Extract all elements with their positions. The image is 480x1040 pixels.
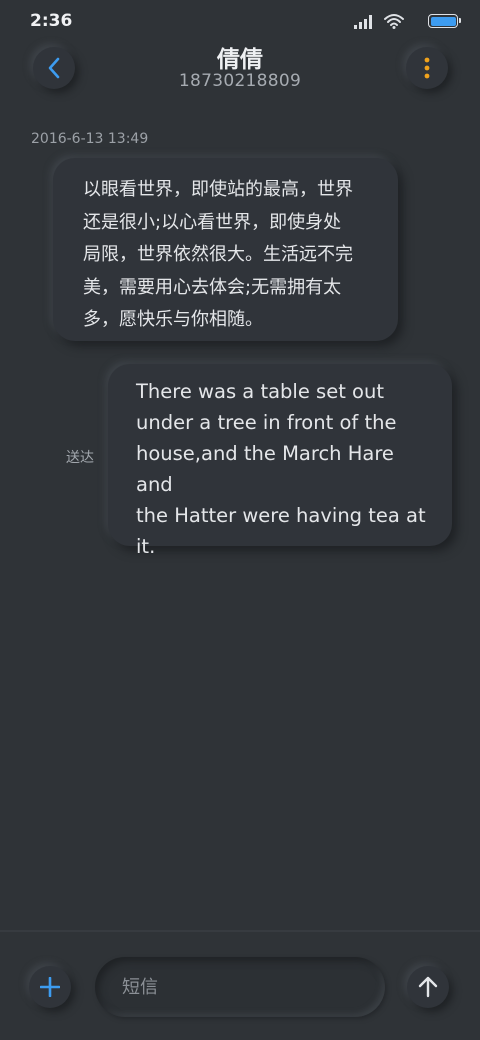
message-line: the Hatter were having tea at (136, 504, 426, 527)
delivery-status: 送达 (66, 450, 94, 466)
battery-cap (459, 18, 461, 23)
message-line: 多，愿快乐与你相随。 (83, 309, 263, 330)
more-options-button[interactable] (406, 47, 448, 89)
status-bar: 2:36 (0, 0, 480, 44)
plus-icon (40, 977, 60, 997)
composer-divider (0, 930, 480, 932)
more-vertical-icon (424, 57, 430, 79)
status-icons (348, 12, 461, 32)
add-attachment-button[interactable] (29, 966, 71, 1008)
message-line: under a tree in front of the (136, 411, 397, 434)
message-line: 还是很小;以心看世界，即使身处 (83, 211, 342, 233)
send-button[interactable] (407, 966, 449, 1008)
message-line: 局限，世界依然很大。生活远不完 (83, 244, 353, 265)
message-input[interactable] (95, 957, 385, 1017)
message-line: There was a table set out (136, 380, 384, 403)
signal-icon (354, 15, 372, 29)
battery-icon (428, 14, 461, 28)
message-line: 美，需要用心去体会;无需拥有太 (83, 276, 342, 298)
message-timestamp: 2016-6-13 13:49 (31, 131, 149, 147)
status-time: 2:36 (30, 11, 73, 31)
wifi-icon (384, 14, 404, 29)
sent-message-bubble[interactable]: There was a table set out under a tree i… (108, 364, 452, 558)
received-message-bubble[interactable]: 以眼看世界，即使站的最高，世界 还是很小;以心看世界，即使身处 局限，世界依然很… (53, 158, 398, 341)
battery-fill (430, 16, 456, 26)
arrow-up-icon (418, 976, 438, 998)
message-line: house,and the March Hare and (136, 442, 394, 496)
message-line: it. (136, 535, 156, 558)
message-line: 以眼看世界，即使站的最高，世界 (83, 179, 353, 200)
